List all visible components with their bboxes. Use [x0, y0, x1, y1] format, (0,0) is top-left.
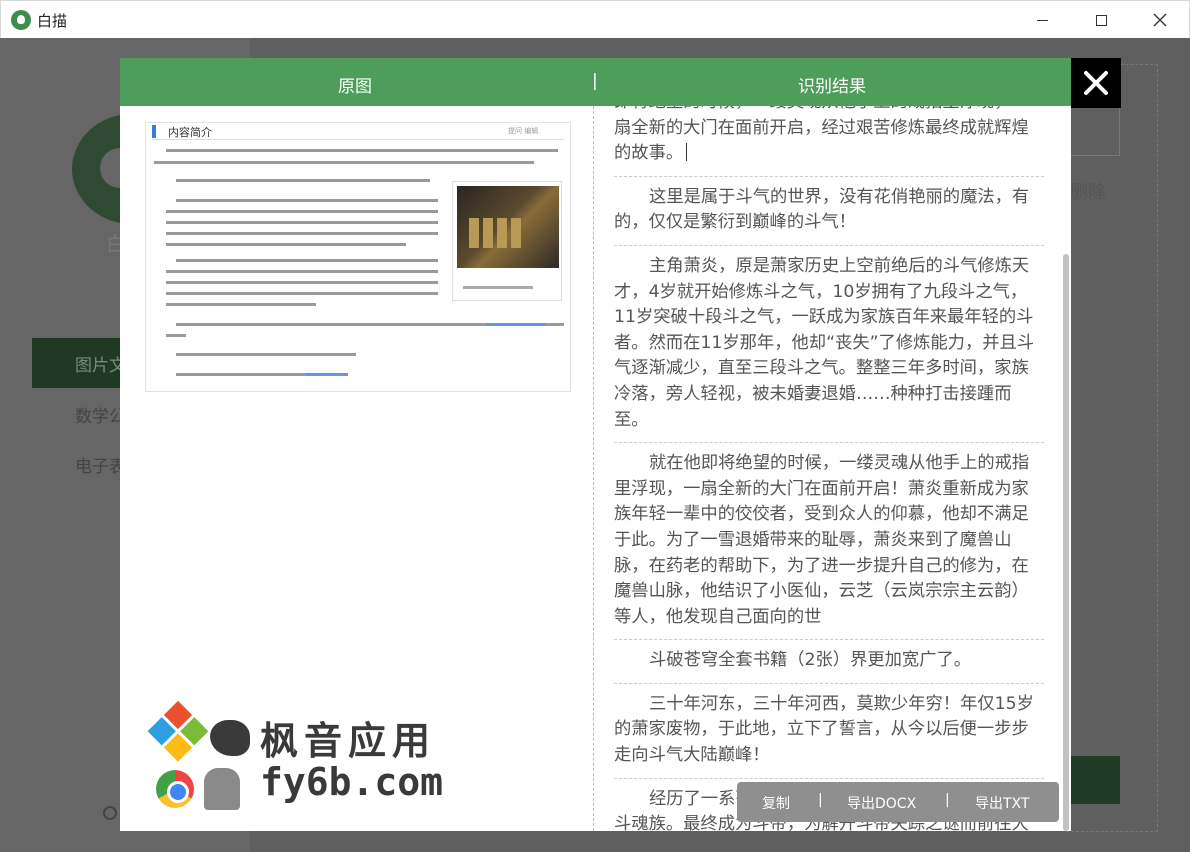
result-modal: 原图 | 识别结果 内容简介 提问 编辑 枫音应用 fy6b.com 扇全新的大… — [120, 58, 1071, 831]
app-logo-icon — [11, 10, 31, 30]
maximize-icon — [1095, 14, 1107, 26]
export-docx-button[interactable]: 导出DOCX — [847, 793, 916, 813]
chrome-logo-icon — [156, 770, 194, 808]
result-paragraph[interactable]: 主角萧炎，原是萧家历史上空前绝后的斗气修炼天才，4岁就开始修炼斗之气，10岁拥有… — [614, 254, 1044, 444]
close-icon — [1084, 71, 1108, 95]
export-txt-button[interactable]: 导出TXT — [975, 793, 1029, 813]
minimize-icon — [1036, 19, 1048, 21]
recognition-result-text[interactable]: 即将绝望的时候，一缕灵魂从他手上的戒指里浮现，一扇全新的大门在面前开启，经过艰苦… — [614, 106, 1044, 831]
gear-icon[interactable] — [103, 806, 117, 820]
close-icon — [1153, 13, 1167, 27]
image-tools: 提问 编辑 — [508, 127, 539, 135]
watermark: 枫音应用 fy6b.com — [147, 700, 450, 818]
window-close-button[interactable] — [1131, 1, 1189, 39]
result-paragraph[interactable]: 即将绝望的时候，一缕灵魂从他手上的戒指里浮现，一扇全新的大门在面前开启，经过艰苦… — [614, 106, 1044, 177]
android-logo-icon — [204, 768, 240, 810]
sidebar-item-image-text[interactable]: 图片文 — [75, 351, 126, 376]
window-title: 白描 — [37, 12, 68, 30]
action-separator: | — [945, 792, 950, 808]
windows-logo-icon — [147, 700, 209, 763]
sidebar-item-math[interactable]: 数学公 — [75, 402, 126, 427]
tab-recognition-result[interactable]: 识别结果 — [798, 72, 866, 97]
copy-button[interactable]: 复制 — [762, 793, 790, 813]
scrollbar[interactable] — [1063, 254, 1069, 831]
cover-caption — [463, 286, 533, 289]
minimize-button[interactable] — [1013, 1, 1071, 39]
modal-header: 原图 | 识别结果 — [120, 58, 1071, 106]
watermark-title: 枫音应用 — [260, 719, 437, 763]
result-paragraph[interactable]: 这里是属于斗气的世界，没有花俏艳丽的魔法，有的，仅仅是繁衍到巅峰的斗气！ — [614, 185, 1044, 246]
recognize-button[interactable] — [1070, 756, 1120, 804]
book-cover-image — [452, 181, 562, 301]
modal-close-button[interactable] — [1071, 58, 1121, 108]
original-image: 内容简介 提问 编辑 — [145, 122, 571, 392]
text-caret — [686, 143, 688, 162]
watermark-url: fy6b.com — [260, 760, 444, 804]
bird-logo-icon — [210, 720, 250, 756]
sidebar-item-spreadsheet[interactable]: 电子表 — [75, 452, 126, 477]
tab-original-image[interactable]: 原图 — [338, 72, 372, 97]
column-divider — [593, 106, 594, 831]
result-paragraph[interactable]: 三十年河东，三十年河西，莫欺少年穷！年仅15岁的萧家废物，于此地，立下了誓言，从… — [614, 692, 1044, 779]
window-titlebar: 白描 — [0, 0, 1190, 38]
result-paragraph[interactable]: 就在他即将绝望的时候，一缕灵魂从他手上的戒指里浮现，一扇全新的大门在面前开启！萧… — [614, 451, 1044, 641]
delete-button[interactable]: 删除 — [1070, 178, 1106, 204]
header-separator: | — [592, 71, 598, 91]
image-heading: 内容简介 — [168, 126, 212, 139]
maximize-button[interactable] — [1072, 1, 1130, 39]
action-separator: | — [818, 792, 823, 808]
result-actions: 复制 | 导出DOCX | 导出TXT — [737, 782, 1059, 822]
result-paragraph[interactable]: 斗破苍穹全套书籍（2张）界更加宽广了。 — [614, 648, 1044, 684]
